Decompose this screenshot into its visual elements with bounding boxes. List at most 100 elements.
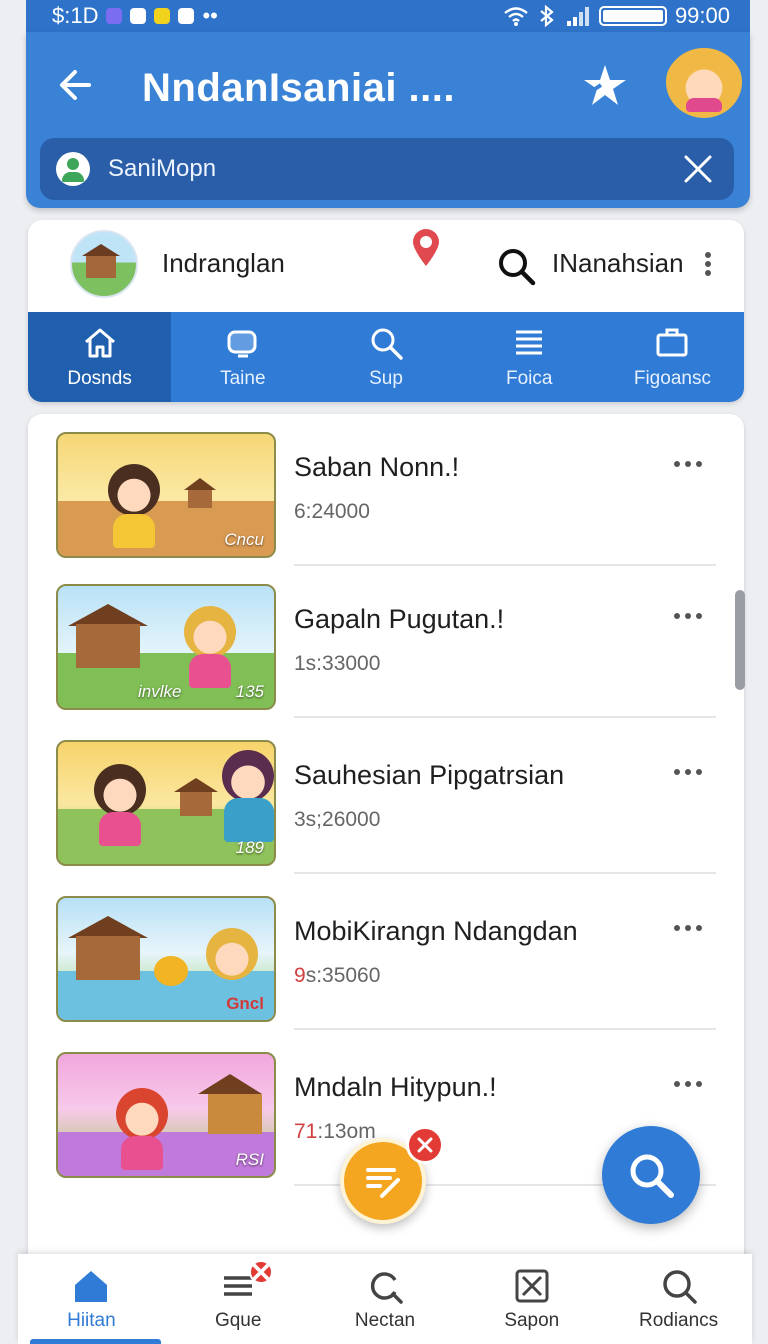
item-title: Mndaln Hitypun.! xyxy=(294,1072,497,1102)
map-pin-icon[interactable] xyxy=(410,228,442,268)
location-thumbnail[interactable] xyxy=(70,230,138,298)
star-icon xyxy=(584,65,626,105)
battery-icon xyxy=(598,6,667,26)
thumbnail-badge: RSI xyxy=(235,1150,264,1169)
page-title: NndanIsaniai .... xyxy=(142,66,456,110)
box-x-icon xyxy=(515,1269,549,1303)
thumbnail-character xyxy=(116,1088,168,1140)
location-name: Indranglan xyxy=(162,248,285,278)
briefcase-icon xyxy=(656,328,688,357)
search-icon xyxy=(371,328,403,360)
item-time-prefix: 9 xyxy=(294,964,306,987)
nav-item-sapon[interactable]: Sapon xyxy=(458,1254,605,1344)
item-more-button[interactable] xyxy=(674,458,702,470)
thumbnail-character xyxy=(222,750,274,802)
list-item[interactable]: Gncl MobiKirangn Ndangdan 9s:35060 xyxy=(28,878,744,1034)
close-icon xyxy=(684,155,712,183)
arrow-left-icon xyxy=(60,70,91,100)
home-icon xyxy=(84,328,115,358)
thumbnail-hut xyxy=(180,792,212,816)
thumbnail-house xyxy=(76,624,140,668)
item-title: MobiKirangn Ndangdan xyxy=(294,916,578,946)
location-secondary-label: INanahsian xyxy=(552,248,684,278)
close-icon xyxy=(252,1263,270,1281)
thumbnail-character-body xyxy=(224,798,274,842)
thumbnail-house-roof xyxy=(68,604,148,626)
item-more-button[interactable] xyxy=(674,610,702,622)
search-icon xyxy=(630,1154,674,1198)
search-input[interactable]: SaniMopn xyxy=(108,155,678,183)
close-icon xyxy=(417,1137,433,1153)
status-clock: 99:00 xyxy=(674,3,730,28)
thumbnail-house xyxy=(208,1094,262,1134)
nav-label: Hiitan xyxy=(67,1310,116,1331)
item-thumbnail[interactable]: Cncu xyxy=(56,432,276,558)
tab-label: Foica xyxy=(505,368,553,389)
divider xyxy=(294,1028,716,1030)
nav-item-queue[interactable]: Gque xyxy=(165,1254,312,1344)
item-thumbnail[interactable]: 189 xyxy=(56,740,276,866)
nav-item-rodiancs[interactable]: Rodiancs xyxy=(605,1254,752,1344)
user-icon xyxy=(56,152,90,186)
thumbnail-badge: 189 xyxy=(235,838,264,857)
tab-home[interactable]: Dosnds xyxy=(28,312,172,402)
nav-label: Sapon xyxy=(504,1310,560,1331)
item-title: Saban Nonn.! xyxy=(294,452,460,482)
search-icon[interactable] xyxy=(496,246,536,286)
app-notification-icon xyxy=(130,8,147,24)
item-title: Gapaln Pugutan.! xyxy=(294,604,505,634)
status-bar: $:1D •• 99:00 xyxy=(26,0,750,32)
tab-bar: Dosnds Taine Sup Foica Figoansc xyxy=(28,312,744,402)
dismiss-note-button[interactable] xyxy=(406,1126,444,1164)
wifi-icon xyxy=(504,7,528,26)
thumbnail-character-body xyxy=(99,812,141,846)
list-item[interactable]: invlke 135 Gapaln Pugutan.! 1s:33000 xyxy=(28,566,744,722)
scrollbar[interactable] xyxy=(735,590,745,690)
tv-icon xyxy=(227,330,257,358)
tab-tv[interactable]: Taine xyxy=(171,312,314,402)
more-notifications-icon: •• xyxy=(202,3,218,28)
signal-strength-icon xyxy=(566,7,589,26)
home-icon xyxy=(75,1271,108,1302)
tab-label: Taine xyxy=(220,368,266,389)
thumbnail-character-body xyxy=(121,1136,163,1170)
thumbnail-character-body xyxy=(113,514,155,548)
thumbnail-character-body xyxy=(189,654,231,688)
tab-briefcase[interactable]: Figoansc xyxy=(601,312,744,402)
tab-search[interactable]: Sup xyxy=(314,312,457,402)
thumbnail-character xyxy=(184,606,236,658)
thumbnail-house-roof xyxy=(68,916,148,938)
nav-item-nectan[interactable]: Nectan xyxy=(312,1254,459,1344)
list-item[interactable]: 189 Sauhesian Pipgatrsian 3s;26000 xyxy=(28,722,744,878)
thumbnail-hut-roof xyxy=(174,778,218,792)
tab-label: Sup xyxy=(369,368,403,389)
clear-search-button[interactable] xyxy=(678,149,718,189)
thumbnail-tag: invlke xyxy=(138,682,182,701)
item-more-button[interactable] xyxy=(674,1078,702,1090)
item-thumbnail[interactable]: Gncl xyxy=(56,896,276,1022)
more-options-button[interactable] xyxy=(696,250,720,278)
item-more-button[interactable] xyxy=(674,922,702,934)
app-notification-icon xyxy=(154,8,171,24)
profile-avatar[interactable] xyxy=(666,46,742,118)
nav-item-home[interactable]: Hiitan xyxy=(18,1254,165,1344)
item-time-prefix: 71 xyxy=(294,1120,318,1143)
item-time: 9s:35060 xyxy=(294,964,380,988)
item-thumbnail[interactable]: RSI xyxy=(56,1052,276,1178)
favorite-button[interactable] xyxy=(578,58,632,112)
search-icon xyxy=(662,1270,697,1304)
search-bar[interactable]: SaniMopn xyxy=(40,138,734,200)
item-thumbnail[interactable]: invlke 135 xyxy=(56,584,276,710)
back-button[interactable] xyxy=(50,60,100,110)
tab-list[interactable]: Foica xyxy=(458,312,601,402)
thumbnail-badge: Cncu xyxy=(224,530,264,549)
divider xyxy=(294,872,716,874)
item-time: 6:24000 xyxy=(294,500,370,523)
item-more-button[interactable] xyxy=(674,766,702,778)
search-fab-button[interactable] xyxy=(602,1126,700,1224)
tab-label: Figoansc xyxy=(633,368,711,389)
tab-label: Dosnds xyxy=(67,368,132,389)
list-item[interactable]: Cncu Saban Nonn.! 6:24000 xyxy=(28,414,744,570)
nav-label: Rodiancs xyxy=(638,1310,719,1331)
status-left: $:1D •• xyxy=(52,3,218,29)
